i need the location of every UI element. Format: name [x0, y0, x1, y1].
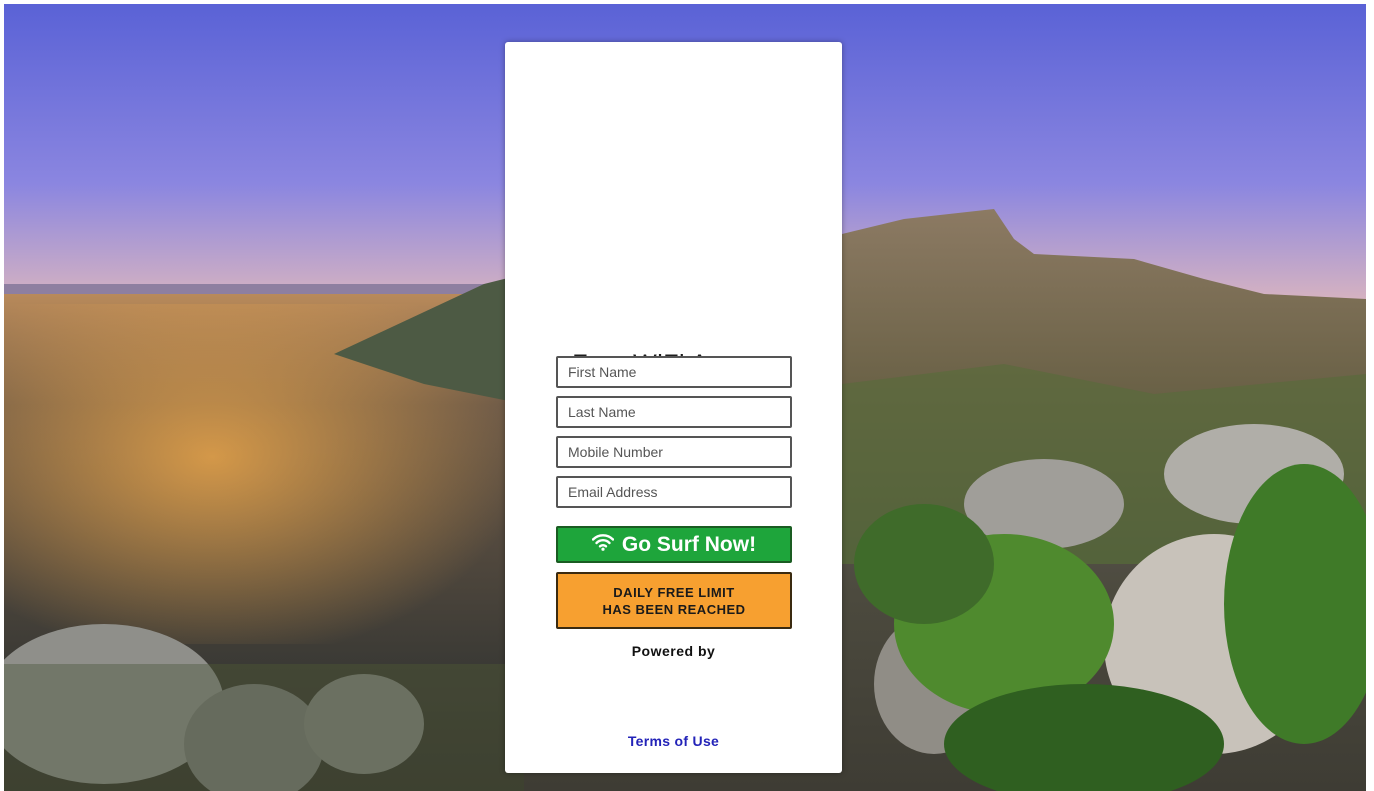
mobile-number-field[interactable] [556, 436, 792, 468]
daily-limit-notice: DAILY FREE LIMIT HAS BEEN REACHED [556, 572, 792, 629]
first-name-field[interactable] [556, 356, 792, 388]
email-address-field[interactable] [556, 476, 792, 508]
first-name-input[interactable] [558, 358, 790, 386]
daily-limit-line1: DAILY FREE LIMIT [613, 584, 735, 600]
go-surf-label: Go Surf Now! [621, 532, 757, 556]
daily-limit-line2: HAS BEEN REACHED [602, 601, 746, 617]
go-surf-button[interactable]: Go Surf Now! [556, 526, 792, 563]
last-name-field[interactable] [556, 396, 792, 428]
email-address-input[interactable] [558, 478, 790, 506]
powered-by-text: Powered by [631, 643, 716, 659]
terms-of-use-link[interactable]: Terms of Use [505, 733, 842, 749]
mobile-number-input[interactable] [558, 438, 790, 466]
last-name-input[interactable] [558, 398, 790, 426]
login-card: Free WiFi Access Go Surf Now! DAILY FREE… [505, 42, 842, 773]
wifi-icon [591, 533, 615, 557]
